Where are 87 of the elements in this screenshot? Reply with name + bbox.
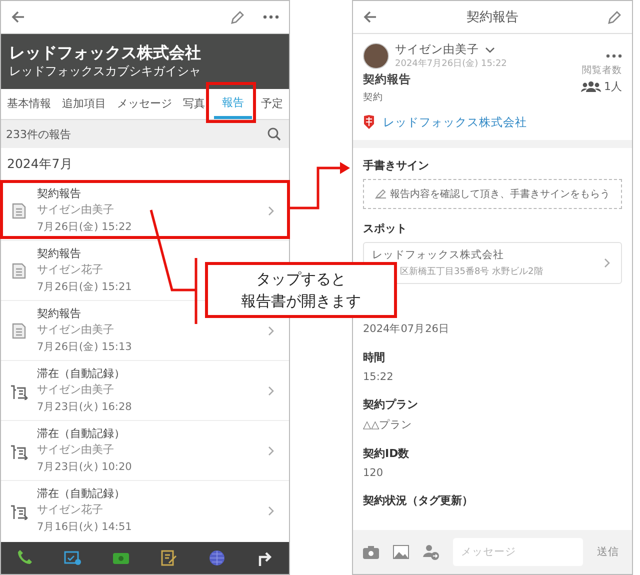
report-type: 契約報告: [363, 72, 411, 87]
document-icon: [12, 262, 26, 278]
report-datetime: 7月16日(火) 14:51: [37, 520, 132, 535]
spot-name: レッドフォックス株式会社: [372, 248, 505, 262]
tab[interactable]: 追加項目: [60, 89, 108, 119]
chevron-right-icon: [268, 446, 275, 456]
screen-title: 契約報告: [466, 9, 520, 26]
field-label: 契約ID数: [363, 446, 410, 461]
company-link[interactable]: レッドフォックス株式会社: [383, 114, 527, 130]
report-category: 契約: [363, 91, 384, 104]
field-value: △△プラン: [363, 418, 412, 432]
tab[interactable]: 予定: [259, 89, 285, 119]
message-field[interactable]: メッセージ: [453, 538, 583, 566]
report-datetime: 7月26日(金) 15:13: [37, 340, 132, 355]
edit-icon[interactable]: [230, 10, 245, 24]
tab[interactable]: 写真: [181, 89, 207, 119]
chevron-right-icon: [268, 386, 275, 396]
highlight-frame: [206, 82, 256, 123]
posted-datetime: 2024年7月26日(金) 15:22: [395, 58, 507, 70]
shield-icon: [363, 114, 375, 130]
company-kana: レッドフォックスカブシキガイシャ: [9, 63, 202, 79]
person-arrow-icon[interactable]: [423, 544, 439, 560]
chevron-right-icon: [268, 506, 275, 516]
chevron-right-icon: [268, 326, 275, 336]
search-bar[interactable]: 233件の報告: [1, 120, 289, 148]
report-list-item[interactable]: 滞在（自動記録） サイゼン花子 7月16日(火) 14:51: [1, 480, 289, 540]
field-value: 120: [363, 467, 384, 479]
report-author: サイゼン由美子: [37, 322, 114, 338]
report-datetime: 7月23日(火) 16:28: [37, 400, 132, 415]
camera-icon[interactable]: [363, 545, 379, 559]
report-title: 滞在（自動記録）: [37, 426, 125, 441]
report-author: サイゼン花子: [37, 262, 103, 278]
tab[interactable]: 基本情報: [5, 89, 53, 119]
report-title: 滞在（自動記録）: [37, 366, 125, 381]
more-icon[interactable]: [263, 15, 279, 19]
document-icon: [12, 202, 26, 218]
globe-icon[interactable]: [208, 549, 226, 567]
chevron-down-icon[interactable]: [485, 46, 495, 52]
field-label: スポット: [363, 221, 408, 236]
report-list-item[interactable]: 契約報告 サイゼン由美子 7月26日(金) 15:22: [1, 180, 289, 240]
phone-icon[interactable]: [16, 549, 34, 567]
author-name[interactable]: サイゼン由美子: [395, 42, 479, 57]
calendar-gear-icon[interactable]: [64, 549, 82, 567]
back-arrow-icon[interactable]: [363, 10, 378, 24]
report-author: サイゼン由美子: [37, 442, 114, 458]
report-title: 滞在（自動記録）: [37, 486, 125, 501]
callout-tooltip: タップすると 報告書が開きます: [205, 262, 397, 318]
search-icon[interactable]: [267, 127, 281, 141]
pointer-arrow: [290, 162, 350, 210]
report-list-item[interactable]: 滞在（自動記録） サイゼン由美子 7月23日(火) 16:28: [1, 360, 289, 420]
report-datetime: 7月23日(火) 10:20: [37, 460, 132, 475]
edit-icon[interactable]: [607, 10, 622, 24]
field-label: 契約プラン: [363, 397, 418, 412]
tab[interactable]: メッセージ: [115, 89, 174, 119]
signature-prompt: 報告内容を確認して頂き、手書きサインをもらう: [390, 188, 610, 201]
report-author: サイゼン花子: [37, 502, 103, 518]
spot-address: 区新橋五丁目35番8号 水野ビル2階: [400, 266, 544, 278]
field-value: 2024年07月26日: [363, 322, 450, 336]
field-value: 15:22: [363, 371, 394, 383]
signature-button[interactable]: 報告内容を確認して頂き、手書きサインをもらう: [363, 179, 622, 209]
report-list-item[interactable]: 滞在（自動記録） サイゼン由美子 7月23日(火) 10:20: [1, 420, 289, 480]
viewers-label: 閲覧者数: [582, 64, 622, 77]
viewer-count: 1人: [604, 79, 622, 94]
avatar: [363, 43, 389, 69]
field-label: 手書きサイン: [363, 158, 430, 173]
people-icon: [581, 81, 601, 92]
report-title: 契約報告: [37, 306, 81, 321]
chevron-right-icon: [604, 258, 611, 268]
chevron-right-icon: [268, 206, 275, 216]
more-icon[interactable]: [606, 54, 622, 58]
notepad-pen-icon[interactable]: [160, 549, 178, 567]
back-arrow-icon[interactable]: [11, 10, 26, 24]
field-label: 契約状況（タグ更新）: [363, 493, 473, 508]
pen-icon: [375, 189, 387, 199]
image-icon[interactable]: [393, 545, 409, 559]
turn-arrow-icon[interactable]: [256, 549, 274, 567]
report-count: 233件の報告: [6, 126, 71, 142]
report-author: サイゼン由美子: [37, 202, 114, 218]
report-title: 契約報告: [37, 246, 81, 261]
report-datetime: 7月26日(金) 15:21: [37, 280, 132, 295]
report-title: 契約報告: [37, 186, 81, 201]
report-author: サイゼン由美子: [37, 382, 114, 398]
month-header: 2024年7月: [6, 154, 74, 172]
report-datetime: 7月26日(金) 15:22: [37, 220, 132, 235]
company-name: レッドフォックス株式会社: [9, 43, 202, 63]
document-icon: [12, 322, 26, 338]
field-label: 時間: [363, 350, 385, 365]
